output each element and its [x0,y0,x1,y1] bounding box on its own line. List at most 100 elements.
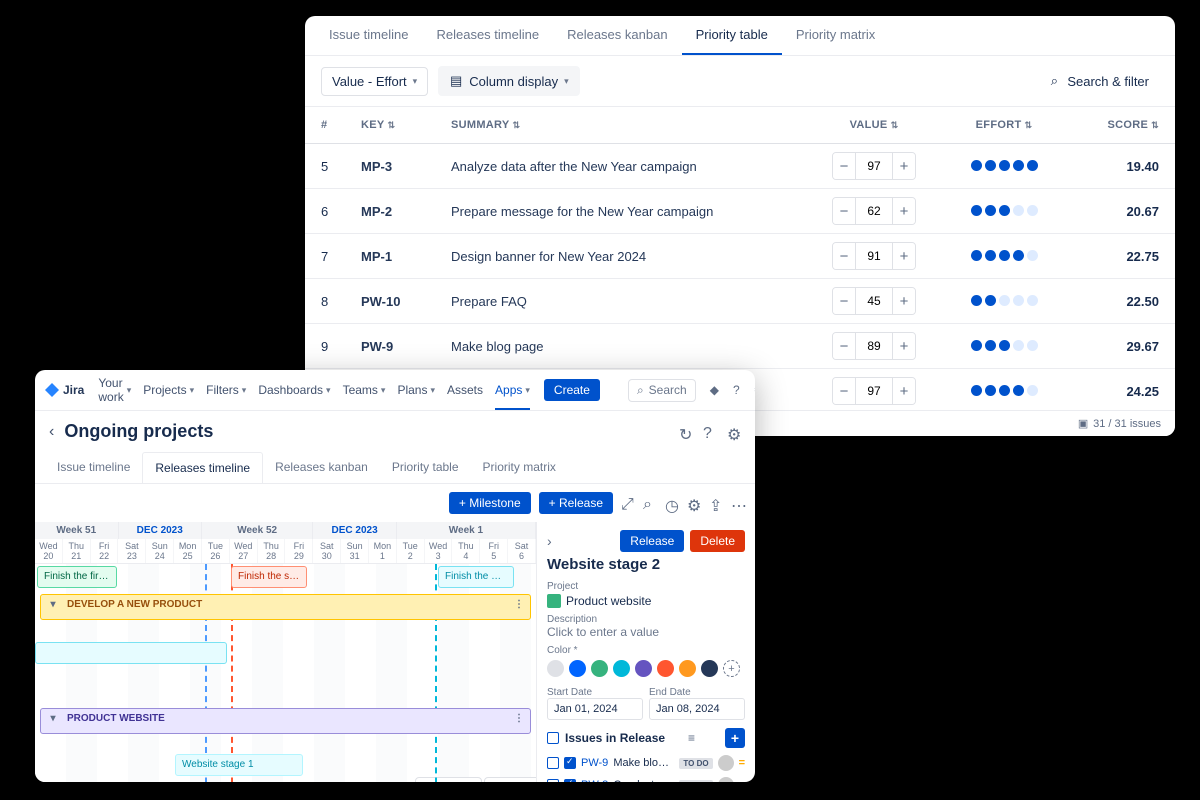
issue-summary[interactable]: Make blog page [451,339,809,354]
tab-priority-matrix[interactable]: Priority matrix [782,16,889,55]
increment-button[interactable]: + [893,198,915,224]
milestone-bar[interactable]: Finish the website04 [438,566,514,588]
nav-your-work[interactable]: Your work ▾ [98,376,131,404]
color-swatch[interactable] [613,660,630,677]
value-input[interactable] [855,243,893,269]
more-icon[interactable]: ⋮ [514,599,524,610]
value-stepper[interactable]: −+ [832,242,916,270]
tab-releases-kanban[interactable]: Releases kanban [553,16,681,55]
column-display-button[interactable]: ▤Column display▾ [438,66,579,96]
col-key[interactable]: KEY⇅ [361,119,451,131]
nav-assets[interactable]: Assets [447,376,483,404]
status-badge[interactable]: TO DO [679,780,712,783]
avatar[interactable] [718,777,734,782]
expand-toggle[interactable]: ▾ [47,599,59,610]
end-date-input[interactable]: Jan 08, 2024 [649,698,745,720]
help-icon[interactable]: ? [733,383,740,397]
nav-dashboards[interactable]: Dashboards ▾ [258,376,330,404]
color-swatch[interactable] [679,660,696,677]
nav-plans[interactable]: Plans ▾ [397,376,435,404]
increment-button[interactable]: + [893,333,915,359]
project-value[interactable]: Product website [547,594,745,608]
more-icon[interactable]: ⋮ [514,713,524,724]
tab-issue-timeline[interactable]: Issue timeline [45,452,142,483]
increment-button[interactable]: + [893,378,915,404]
col-score[interactable]: SCORE⇅ [1069,119,1159,131]
value-input[interactable] [855,198,893,224]
release-bar[interactable] [35,642,227,664]
table-row[interactable]: 8PW-10Prepare FAQ−+22.50 [305,279,1175,324]
value-input[interactable] [855,333,893,359]
tab-releases-timeline[interactable]: Releases timeline [142,452,263,483]
col-value[interactable]: VALUE⇅ [809,119,939,131]
jira-logo[interactable]: Jira [45,383,84,397]
effort-cell[interactable] [939,294,1069,309]
increment-button[interactable]: + [893,243,915,269]
issue-summary[interactable]: Prepare FAQ [451,294,809,309]
nav-teams[interactable]: Teams ▾ [343,376,386,404]
share-icon[interactable]: ⇪ [709,496,723,510]
release-bar[interactable]: Website stage 1 [175,754,303,776]
issue-summary[interactable]: Prepare message for the New Year campaig… [451,204,809,219]
tab-priority-matrix[interactable]: Priority matrix [471,452,568,483]
release-button[interactable]: Release [620,530,684,552]
search-filter-button[interactable]: ⌕Search & filter [1037,67,1159,95]
effort-cell[interactable] [939,204,1069,219]
week-select[interactable]: Week▾ [484,777,537,782]
table-row[interactable]: 7MP-1Design banner for New Year 2024−+22… [305,234,1175,279]
decrement-button[interactable]: − [833,153,855,179]
milestone-bar[interactable]: Finish the first featu… [37,566,117,588]
status-badge[interactable]: TO DO [679,758,712,769]
tab-releases-timeline[interactable]: Releases timeline [422,16,553,55]
issue-key[interactable]: MP-1 [361,249,451,264]
delete-button[interactable]: Delete [690,530,745,552]
nav-projects[interactable]: Projects ▾ [143,376,194,404]
gear-icon[interactable]: ⚙ [727,425,741,439]
add-release-button[interactable]: + Release [539,492,613,514]
clock-icon[interactable]: ◷ [665,496,679,510]
effort-cell[interactable] [939,159,1069,174]
expand-icon[interactable]: ⤢ [621,496,635,510]
start-date-input[interactable]: Jan 01, 2024 [547,698,643,720]
issue-summary[interactable]: Make blog page [613,757,674,769]
issue-key[interactable]: PW-9 [581,757,608,769]
settings-icon[interactable]: ⚙ [754,383,755,397]
issue-key[interactable]: PW-9 [361,339,451,354]
expand-toggle[interactable]: ▾ [47,713,59,724]
group-bar[interactable]: ▾DEVELOP A NEW PRODUCT⋮ [40,594,531,620]
decrement-button[interactable]: − [833,288,855,314]
col-effort[interactable]: EFFORT⇅ [939,119,1069,131]
zoom-icon[interactable]: ⌕ [643,496,657,510]
tab-priority-table[interactable]: Priority table [380,452,471,483]
group-bar[interactable]: ▾PRODUCT WEBSITE⋮ [40,708,531,734]
value-input[interactable] [855,153,893,179]
value-stepper[interactable]: −+ [832,197,916,225]
nav-apps[interactable]: Apps ▾ [495,376,530,410]
effort-cell[interactable] [939,249,1069,264]
refresh-icon[interactable]: ↻ [679,425,693,439]
issue-summary[interactable]: Analyze data after the New Year campaign [451,159,809,174]
decrement-button[interactable]: − [833,243,855,269]
tab-releases-kanban[interactable]: Releases kanban [263,452,380,483]
col-summary[interactable]: SUMMARY⇅ [451,119,809,131]
color-swatch[interactable] [701,660,718,677]
color-swatch[interactable] [635,660,652,677]
decrement-button[interactable]: − [833,333,855,359]
timeline-body[interactable]: Today▾ Week▾ Finish the first featu… Fini… [35,564,536,782]
value-stepper[interactable]: −+ [832,332,916,360]
color-swatch[interactable] [657,660,674,677]
decrement-button[interactable]: − [833,198,855,224]
help-icon[interactable]: ? [703,425,717,439]
tab-priority-table[interactable]: Priority table [682,16,782,55]
scoring-select[interactable]: Value - Effort▾ [321,67,428,96]
milestone-bar[interactable]: Finish the second f…27 [231,566,307,588]
table-row[interactable]: 9PW-9Make blog page−+29.67 [305,324,1175,369]
color-swatch[interactable] [591,660,608,677]
issue-summary[interactable]: Conduct SEO for the w… [613,779,674,782]
issue-row[interactable]: PW-8Conduct SEO for the w…TO DO= [547,774,745,782]
today-button[interactable]: Today▾ [415,777,482,782]
issue-row[interactable]: PW-9Make blog pageTO DO= [547,752,745,774]
more-icon[interactable]: ⋯ [731,496,745,510]
collapse-panel-button[interactable]: › [547,533,552,549]
issue-checkbox[interactable] [547,757,559,769]
